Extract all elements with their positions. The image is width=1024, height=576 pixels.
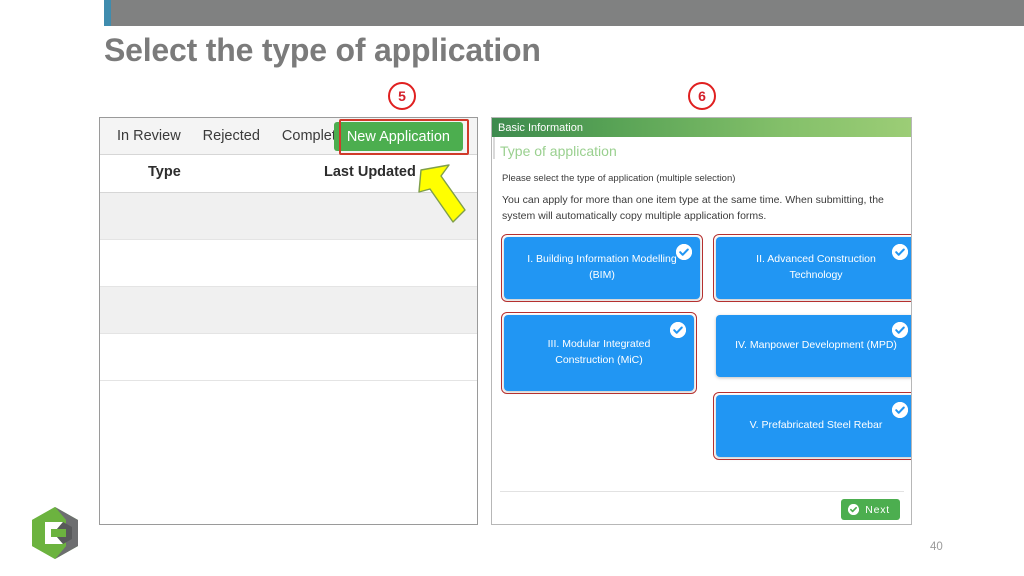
applications-list-panel: In Review Rejected Completed New Applica… xyxy=(99,117,478,525)
check-circle-icon xyxy=(892,401,908,418)
tile-label: V. Prefabricated Steel Rebar xyxy=(749,418,883,431)
application-type-tile-psr[interactable]: V. Prefabricated Steel Rebar xyxy=(716,394,911,457)
tile-label: IV. Manpower Development (MPD) xyxy=(735,338,897,351)
new-application-button[interactable]: New Application xyxy=(333,122,463,151)
table-row[interactable] xyxy=(100,334,477,381)
page-number: 40 xyxy=(930,541,943,553)
table-header-row: Type Last Updated xyxy=(100,155,477,193)
instruction-line-1: Please select the type of application (m… xyxy=(502,173,736,184)
next-button[interactable]: Next xyxy=(841,499,900,520)
section-title-type-of-application: Type of application xyxy=(493,137,911,159)
check-circle-icon xyxy=(848,504,860,515)
check-circle-icon xyxy=(676,243,692,260)
tile-label: II. Advanced Construction Technology xyxy=(756,253,876,281)
company-hexagon-logo xyxy=(32,507,78,559)
next-button-label: Next xyxy=(865,503,890,516)
check-circle-icon xyxy=(670,321,686,338)
tile-label: III. Modular Integrated Construction (Mi… xyxy=(547,338,651,366)
table-row[interactable] xyxy=(100,287,477,334)
instructions-block: Please select the type of application (m… xyxy=(492,159,911,225)
tile-label: I. Building Information Modelling (BIM) xyxy=(527,253,677,281)
check-circle-icon xyxy=(892,243,908,260)
slide-top-bar xyxy=(104,0,1024,26)
application-type-tile-mpd[interactable]: IV. Manpower Development (MPD) xyxy=(716,314,911,377)
application-type-form-panel: Basic Information Type of application Pl… xyxy=(491,117,912,525)
application-type-tile-bim[interactable]: I. Building Information Modelling (BIM) xyxy=(504,236,700,299)
instruction-line-2: You can apply for more than one item typ… xyxy=(502,194,884,222)
panel-divider xyxy=(500,491,904,492)
page-title: Select the type of application xyxy=(104,32,541,68)
table-empty-area xyxy=(100,381,477,524)
callout-badge-5: 5 xyxy=(388,82,416,110)
tab-rejected[interactable]: Rejected xyxy=(192,128,271,144)
tab-bar: In Review Rejected Completed New Applica… xyxy=(100,118,477,155)
column-header-type: Type xyxy=(148,164,181,180)
column-header-last-updated: Last Updated xyxy=(324,164,416,180)
application-type-tile-mic[interactable]: III. Modular Integrated Construction (Mi… xyxy=(504,314,694,391)
table-row[interactable] xyxy=(100,240,477,287)
slide-top-bar-accent xyxy=(104,0,111,26)
application-type-tile-act[interactable]: II. Advanced Construction Technology xyxy=(716,236,911,299)
tab-in-review[interactable]: In Review xyxy=(106,128,192,144)
table-row[interactable] xyxy=(100,193,477,240)
check-circle-icon xyxy=(892,321,908,338)
callout-badge-6: 6 xyxy=(688,82,716,110)
basic-information-header: Basic Information xyxy=(492,118,911,137)
